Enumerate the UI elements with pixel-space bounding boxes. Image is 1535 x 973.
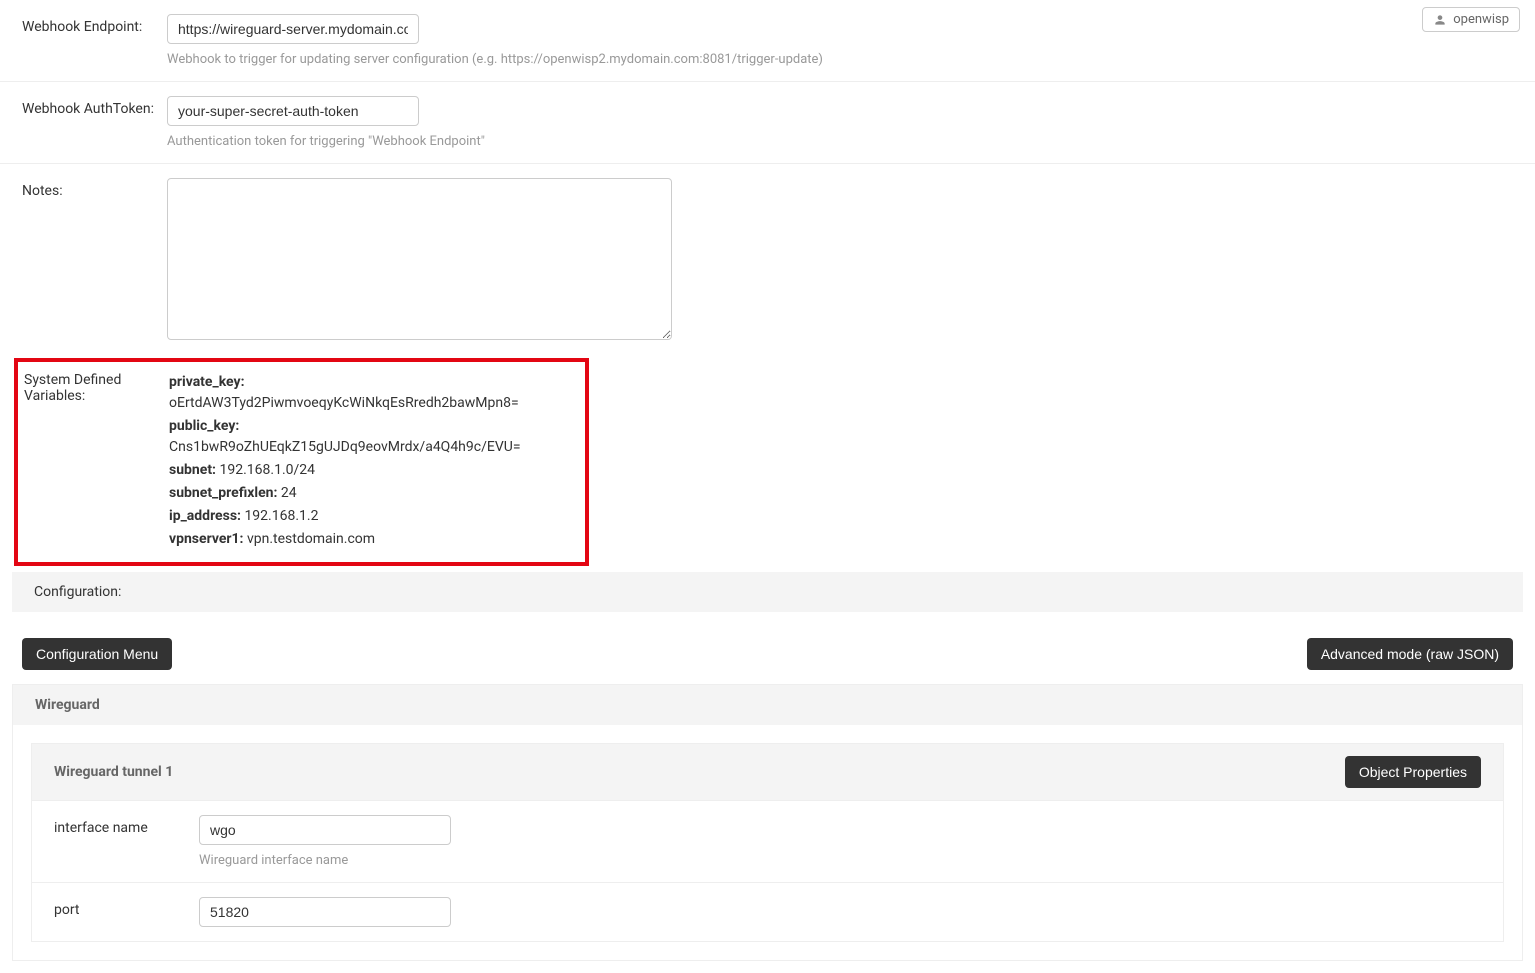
user-icon — [1433, 13, 1447, 27]
webhook-endpoint-label: Webhook Endpoint: — [22, 14, 167, 35]
tunnel-title: Wireguard tunnel 1 — [54, 764, 173, 780]
system-var-line: public_key: Cns1bwR9oZhUEqkZ15gUJDq9eovM… — [169, 416, 579, 458]
interface-name-row: interface name Wireguard interface name — [32, 800, 1503, 882]
user-badge[interactable]: openwisp — [1422, 7, 1520, 32]
config-button-row: Configuration Menu Advanced mode (raw JS… — [0, 624, 1535, 684]
advanced-mode-button[interactable]: Advanced mode (raw JSON) — [1307, 638, 1513, 670]
system-var-line: ip_address: 192.168.1.2 — [169, 506, 579, 527]
wireguard-section: Wireguard Wireguard tunnel 1 Object Prop… — [12, 684, 1523, 961]
object-properties-button[interactable]: Object Properties — [1345, 756, 1481, 788]
configuration-menu-button[interactable]: Configuration Menu — [22, 638, 172, 670]
port-label: port — [54, 897, 199, 918]
system-vars-box: System Defined Variables: private_key: o… — [14, 358, 589, 566]
system-var-key: vpnserver1: — [169, 531, 247, 547]
system-var-line: subnet_prefixlen: 24 — [169, 483, 579, 504]
interface-name-input[interactable] — [199, 815, 451, 845]
interface-name-label: interface name — [54, 815, 199, 836]
system-var-key: public_key: — [169, 418, 239, 434]
webhook-endpoint-help: Webhook to trigger for updating server c… — [167, 52, 1513, 67]
system-var-key: subnet: — [169, 462, 219, 478]
webhook-endpoint-row: Webhook Endpoint: Webhook to trigger for… — [0, 0, 1535, 82]
system-var-value: vpn.testdomain.com — [247, 531, 375, 547]
system-var-line: vpnserver1: vpn.testdomain.com — [169, 529, 579, 550]
system-var-key: subnet_prefixlen: — [169, 485, 281, 501]
system-var-line: subnet: 192.168.1.0/24 — [169, 460, 579, 481]
webhook-authtoken-input[interactable] — [167, 96, 419, 126]
notes-label: Notes: — [22, 178, 167, 199]
wireguard-header: Wireguard — [13, 685, 1522, 725]
port-input[interactable] — [199, 897, 451, 927]
system-vars-label: System Defined Variables: — [24, 372, 169, 552]
system-var-value: oErtdAW3Tyd2PiwmvoeqyKcWiNkqEsRredh2bawM… — [169, 395, 519, 411]
webhook-authtoken-row: Webhook AuthToken: Authentication token … — [0, 82, 1535, 164]
user-name: openwisp — [1453, 12, 1509, 27]
configuration-header: Configuration: — [12, 572, 1523, 612]
interface-name-help: Wireguard interface name — [199, 853, 1481, 868]
system-var-key: private_key: — [169, 374, 245, 390]
system-var-value: 192.168.1.2 — [244, 508, 318, 524]
system-var-value: 192.168.1.0/24 — [219, 462, 315, 478]
webhook-authtoken-label: Webhook AuthToken: — [22, 96, 167, 117]
notes-textarea[interactable] — [167, 178, 672, 340]
system-var-key: ip_address: — [169, 508, 244, 524]
wireguard-tunnel-section: Wireguard tunnel 1 Object Properties int… — [31, 743, 1504, 942]
notes-row: Notes: — [0, 164, 1535, 358]
webhook-authtoken-help: Authentication token for triggering "Web… — [167, 134, 1513, 149]
webhook-endpoint-input[interactable] — [167, 14, 419, 44]
system-var-value: Cns1bwR9oZhUEqkZ15gUJDq9eovMrdx/a4Q4h9c/… — [169, 439, 521, 455]
system-var-value: 24 — [281, 485, 297, 501]
system-var-line: private_key: oErtdAW3Tyd2PiwmvoeqyKcWiNk… — [169, 372, 579, 414]
